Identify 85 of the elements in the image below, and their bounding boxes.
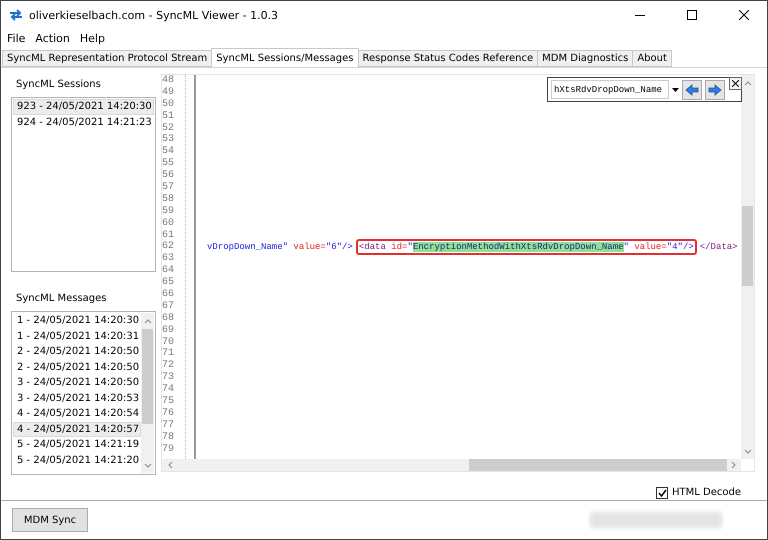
scroll-up-icon [744,80,752,86]
right-arrow-icon [708,84,722,96]
line-number: 63 [162,253,176,265]
line-number: 70 [162,336,176,348]
line-number: 61 [162,230,176,241]
scroll-left-icon [167,461,173,469]
minimize-icon [635,14,645,16]
scroll-right-icon [731,461,737,469]
list-item[interactable]: 5 - 24/05/2021 14:21:19 [13,437,141,452]
close-icon [739,10,749,20]
line-number: 52 [162,122,176,134]
scroll-down-icon [744,449,752,455]
find-field[interactable]: hXtsRdvDropDown_Name [551,80,669,99]
tab[interactable]: About [632,50,672,67]
left-arrow-icon [685,84,699,96]
list-item[interactable]: 3 - 24/05/2021 14:20:53 [13,390,141,406]
list-item[interactable]: 2 - 24/05/2021 14:20:50 [13,344,141,360]
line-number: 54 [162,146,176,158]
vertical-scrollbar[interactable] [741,75,754,459]
line-number: 67 [162,300,176,313]
maximize-icon [687,10,697,20]
line-number: 66 [162,289,176,301]
line-number: 58 [162,194,176,206]
list-item[interactable]: 924 - 24/05/2021 14:21:23 [13,114,154,130]
line-number: 50 [162,98,176,111]
tab[interactable]: SyncML Representation Protocol Stream [2,50,212,67]
line-number: 75 [162,396,176,408]
checkbox-label: HTML Decode [672,487,741,498]
line-number: 51 [162,110,176,123]
line-number: 76 [162,408,176,420]
line-number: 49 [162,86,176,99]
line-number: 73 [162,372,176,384]
line-number: 62 [162,241,176,253]
line-number: 68 [162,312,176,325]
list-item[interactable]: 1 - 24/05/2021 14:20:30 [13,313,141,328]
list-item[interactable]: 2 - 24/05/2021 14:20:50 [13,360,141,375]
line-number: 71 [162,348,176,360]
line-number: 59 [162,206,176,218]
menu-item[interactable]: Help [80,32,105,44]
list-item[interactable]: 3 - 24/05/2021 14:20:50 [13,375,141,390]
checkbox[interactable] [656,486,668,499]
close-icon [732,80,739,87]
line-number: 60 [162,218,176,230]
sync-button[interactable]: MDM Sync [12,508,88,532]
group-label: SyncML Messages [16,293,108,304]
line-number: 55 [162,158,176,170]
vertical-scrollbar[interactable] [141,313,154,473]
window-title: oliverkieselbach.com - SyncML Viewer - 1.0.3 [29,8,280,22]
line-number: 78 [162,432,176,444]
menu-item[interactable]: Action [35,32,70,44]
menu-item[interactable]: File [7,32,26,44]
line-number: 79 [162,444,176,456]
outlined-code-text: <data id="EncryptionMethodWithXtsRdvDropDown_Name" value="4"/> [356,239,697,256]
line-number: 53 [162,134,176,146]
line-number: 74 [162,384,176,396]
scroll-down-icon [144,463,152,469]
line-number: 56 [162,170,176,182]
line-number: 77 [162,420,176,432]
group-label: SyncML Sessions [16,79,102,90]
next-button[interactable] [705,80,725,100]
tab[interactable]: MDM Diagnostics [537,50,634,67]
tab[interactable]: Response Status Codes Reference [358,50,538,67]
line-number: 69 [162,324,176,337]
scroll-thumb[interactable] [469,459,727,471]
list-item[interactable]: 923 - 24/05/2021 14:20:30 [13,99,154,114]
scroll-thumb[interactable] [742,206,753,286]
list-item[interactable]: 4 - 24/05/2021 14:20:54 [13,406,141,422]
list-item[interactable]: 4 - 24/05/2021 14:20:57 [13,422,141,437]
line-number: 57 [162,182,176,194]
scroll-thumb[interactable] [142,329,153,424]
swap-arrows-icon [9,9,23,21]
horizontal-scrollbar[interactable] [162,459,741,471]
dropdown-caret-icon[interactable] [672,88,679,92]
line-number: 64 [162,265,176,277]
code-text: </Data> [698,241,739,254]
close-button[interactable] [729,77,742,90]
line-number: 65 [162,277,176,289]
scroll-up-icon [144,318,152,324]
list-item[interactable]: 5 - 24/05/2021 14:21:20 [13,452,141,468]
line-number: 48 [162,75,176,87]
line-number: 72 [162,360,176,372]
previous-button[interactable] [682,80,702,100]
list-item[interactable]: 1 - 24/05/2021 14:20:31 [13,328,141,344]
code-text: vDropDown_Name" value="6"/> [206,241,354,254]
checkmark-icon [658,488,667,497]
